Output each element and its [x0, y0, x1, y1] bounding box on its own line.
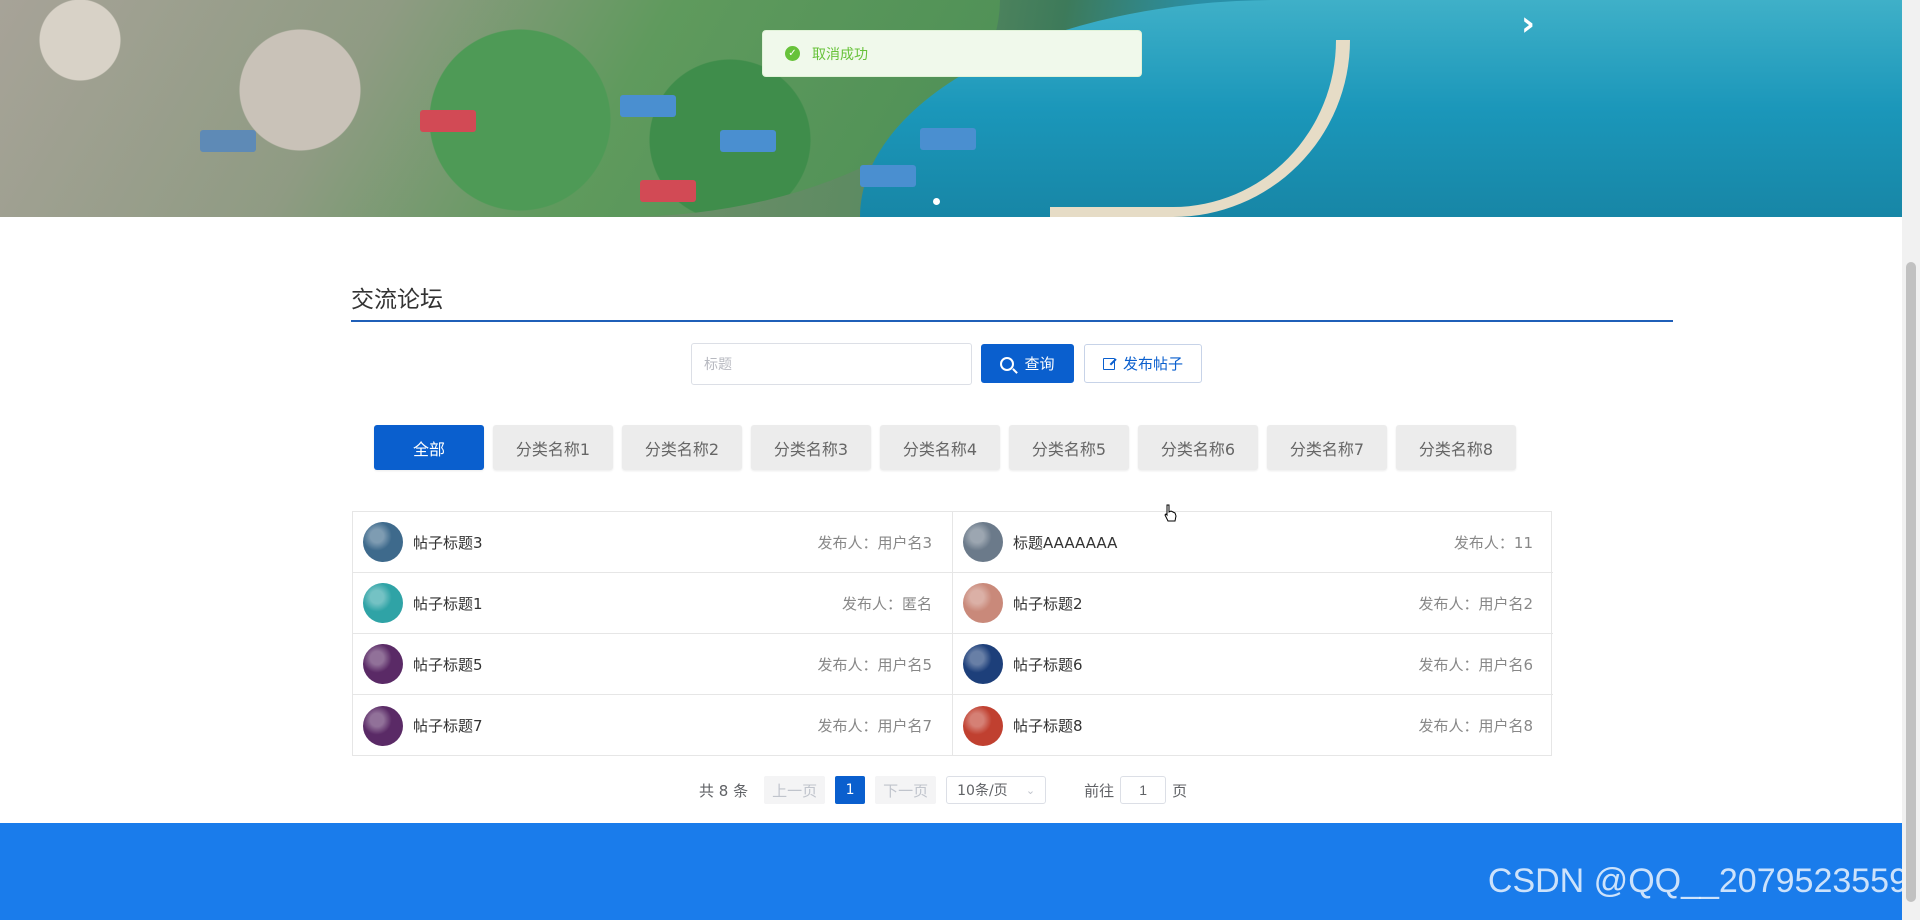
page-size-select[interactable]: 10条/页 ⌄ [946, 776, 1047, 804]
banner-roof [920, 128, 976, 150]
prev-page-button[interactable]: 上一页 [764, 776, 826, 804]
goto-page-input[interactable] [1120, 776, 1167, 804]
carousel-next-button[interactable]: › [1510, 6, 1546, 42]
post-author: 发布人：用户名7 [817, 717, 932, 735]
post-item[interactable]: 帖子标题5 发布人：用户名5 [353, 634, 953, 695]
banner-roof [620, 95, 676, 117]
post-avatar [363, 522, 403, 562]
banner-roof [860, 165, 916, 187]
post-avatar [363, 583, 403, 623]
post-item[interactable]: 帖子标题1 发布人：匿名 [353, 573, 953, 634]
carousel-indicator-dot[interactable] [933, 198, 940, 205]
post-avatar [963, 583, 1003, 623]
page-number-current[interactable]: 1 [835, 776, 866, 804]
section-title: 交流论坛 [351, 287, 443, 313]
post-title[interactable]: 帖子标题6 [1013, 654, 1418, 675]
post-avatar [963, 705, 1003, 746]
post-item[interactable]: 标题AAAAAAA 发布人：11 [953, 512, 1553, 573]
post-item[interactable]: 帖子标题8 发布人：用户名8 [953, 695, 1553, 756]
search-icon [1000, 356, 1015, 371]
post-list: 帖子标题3 发布人：用户名3 标题AAAAAAA 发布人：11 帖子标题1 发布… [352, 511, 1553, 756]
post-avatar [363, 644, 403, 684]
goto-label: 前往 [1084, 781, 1115, 800]
toast-message: 取消成功 [812, 46, 868, 63]
edit-icon [1102, 357, 1115, 370]
publish-post-label: 发布帖子 [1122, 356, 1183, 373]
banner-roof [420, 110, 476, 132]
post-author: 发布人：用户名5 [817, 655, 932, 674]
category-tab-4[interactable]: 分类名称4 [880, 425, 1000, 470]
page-suffix-label: 页 [1172, 781, 1188, 800]
chevron-down-icon: ⌄ [1025, 783, 1036, 797]
post-author: 发布人：用户名6 [1418, 655, 1533, 674]
query-button[interactable]: 查询 [981, 344, 1074, 383]
next-page-button[interactable]: 下一页 [875, 776, 937, 804]
post-author: 发布人：用户名3 [817, 533, 932, 552]
hand-cursor-icon [1164, 504, 1177, 522]
category-tab-7[interactable]: 分类名称7 [1267, 425, 1387, 470]
post-title[interactable]: 帖子标题2 [1013, 593, 1418, 614]
category-tab-1[interactable]: 分类名称1 [493, 425, 613, 470]
post-avatar [963, 644, 1003, 684]
page-scrollbar[interactable] [1902, 0, 1920, 920]
post-title[interactable]: 标题AAAAAAA [1013, 532, 1454, 553]
post-author: 发布人：用户名8 [1418, 717, 1533, 735]
post-avatar [363, 705, 403, 746]
post-author: 发布人：匿名 [841, 594, 932, 613]
pagination-total: 共 8 条 [699, 781, 749, 800]
category-tab-5[interactable]: 分类名称5 [1009, 425, 1129, 470]
post-title[interactable]: 帖子标题7 [413, 715, 817, 736]
post-title[interactable]: 帖子标题8 [1013, 715, 1418, 736]
category-tab-all[interactable]: 全部 [374, 425, 484, 470]
page-size-value: 10条/页 [957, 783, 1008, 799]
post-author: 发布人：11 [1453, 533, 1533, 552]
post-item[interactable]: 帖子标题3 发布人：用户名3 [353, 512, 953, 573]
title-search-input[interactable] [691, 343, 972, 385]
post-item[interactable]: 帖子标题7 发布人：用户名7 [353, 695, 953, 756]
category-tab-2[interactable]: 分类名称2 [622, 425, 742, 470]
banner-roof [720, 130, 776, 152]
category-tabs: 全部 分类名称1 分类名称2 分类名称3 分类名称4 分类名称5 分类名称6 分… [374, 425, 1516, 470]
publish-post-button[interactable]: 发布帖子 [1084, 344, 1202, 383]
post-author: 发布人：用户名2 [1418, 594, 1533, 613]
post-title[interactable]: 帖子标题3 [413, 532, 817, 553]
banner-roof [640, 180, 696, 202]
pagination: 共 8 条 上一页 1 下一页 10条/页 ⌄ 前往 页 [699, 776, 1187, 804]
check-circle-icon: ✓ [785, 46, 800, 61]
banner-roof [200, 130, 256, 152]
watermark-text: CSDN @QQ__2079523559 [1487, 862, 1908, 900]
post-item[interactable]: 帖子标题6 发布人：用户名6 [953, 634, 1553, 695]
post-item[interactable]: 帖子标题2 发布人：用户名2 [953, 573, 1553, 634]
category-tab-8[interactable]: 分类名称8 [1396, 425, 1516, 470]
category-tab-6[interactable]: 分类名称6 [1138, 425, 1258, 470]
post-title[interactable]: 帖子标题5 [413, 654, 817, 675]
category-tab-3[interactable]: 分类名称3 [751, 425, 871, 470]
success-toast: ✓ 取消成功 [762, 30, 1142, 77]
post-title[interactable]: 帖子标题1 [413, 593, 842, 614]
post-avatar [963, 522, 1003, 562]
query-button-label: 查询 [1024, 356, 1055, 373]
scrollbar-thumb[interactable] [1906, 262, 1916, 902]
section-divider [351, 320, 1673, 322]
